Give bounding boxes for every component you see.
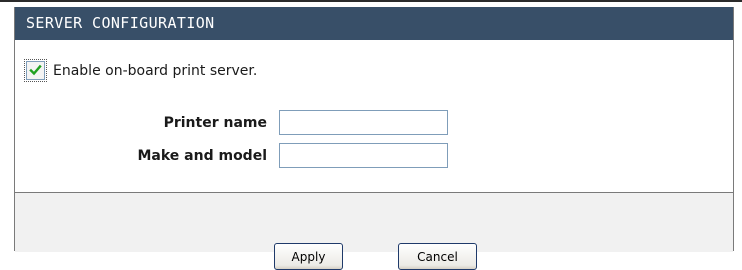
- printer-name-input[interactable]: [279, 110, 448, 135]
- panel-title: SERVER CONFIGURATION: [15, 7, 733, 40]
- button-bar: [15, 193, 733, 252]
- make-model-input[interactable]: [279, 143, 448, 168]
- top-divider: [0, 0, 742, 2]
- printer-name-label: Printer name: [163, 114, 267, 131]
- enable-print-server-label: Enable on-board print server.: [53, 62, 258, 79]
- check-icon: [29, 64, 42, 76]
- apply-button[interactable]: Apply: [274, 243, 343, 270]
- print-server-option: Enable on-board print server.: [24, 59, 258, 82]
- enable-print-server-checkbox[interactable]: [24, 59, 47, 82]
- printer-name-row: Printer name: [15, 110, 448, 135]
- server-configuration-panel: SERVER CONFIGURATION Enable on-board pri…: [14, 7, 734, 252]
- make-model-label: Make and model: [137, 147, 267, 164]
- cancel-button[interactable]: Cancel: [398, 243, 477, 270]
- panel-body: Enable on-board print server. Printer na…: [15, 40, 733, 193]
- make-model-row: Make and model: [15, 143, 448, 168]
